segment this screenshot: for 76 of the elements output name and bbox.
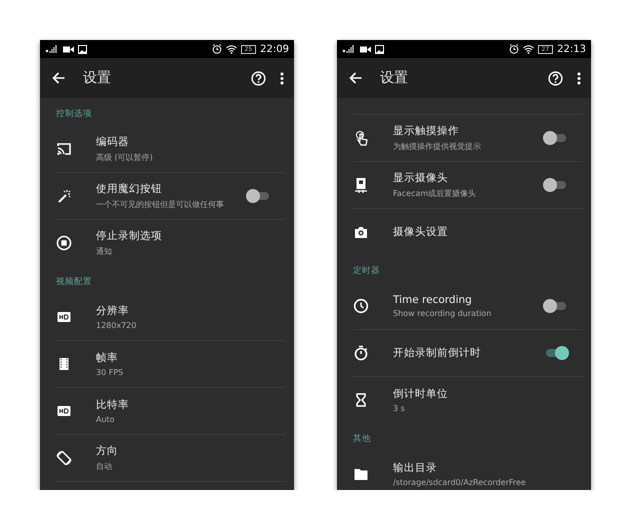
setting-title: 显示摄像头 <box>393 171 449 185</box>
setting-title: 停止录制选项 <box>96 229 163 243</box>
image-icon <box>375 44 384 54</box>
setting-title: 倒计时单位 <box>393 387 449 401</box>
hd-icon <box>56 309 72 325</box>
setting-title: 编码器 <box>96 135 130 149</box>
signal-icon <box>342 45 356 53</box>
setting-row[interactable]: Time recording Show recording duration <box>353 283 583 329</box>
facecam-icon <box>353 177 369 193</box>
setting-summary: /storage/sdcard0/AzRecorderFree <box>393 478 527 487</box>
touch-hand-icon <box>353 130 369 146</box>
setting-title: 方向 <box>96 444 119 458</box>
section-header: 控制选项 <box>55 108 93 121</box>
cast-icon <box>56 141 72 157</box>
setting-row[interactable]: 停止录制选项 通知 <box>56 219 286 266</box>
setting-row[interactable]: 使用魔幻按钮 一个不可见的按钮但是可以做任何事 <box>56 172 286 219</box>
alarm-clock-icon <box>508 44 519 54</box>
setting-title: 使用魔幻按钮 <box>96 182 163 196</box>
wifi-icon <box>226 44 237 54</box>
help-icon[interactable] <box>548 70 563 86</box>
screen-rotation-icon <box>56 450 72 466</box>
camera-icon <box>353 224 369 240</box>
wifi-icon <box>522 44 534 54</box>
setting-row[interactable]: 摄像头设置 <box>353 208 583 255</box>
back-arrow-icon[interactable] <box>349 72 362 84</box>
setting-row[interactable]: 帧率 30 FPS <box>56 340 286 387</box>
setting-row[interactable]: 分辨率 1280x720 <box>56 294 286 340</box>
setting-summary: Show recording duration <box>393 309 492 318</box>
help-icon[interactable] <box>251 70 266 86</box>
section-header: 其他 <box>352 433 372 446</box>
setting-title: 比特率 <box>96 398 130 412</box>
setting-summary: 3 s <box>393 404 406 413</box>
setting-summary: 通知 <box>96 246 113 257</box>
section-header: 定时器 <box>352 264 381 278</box>
setting-summary: Facecam或后置摄像头 <box>393 188 478 199</box>
setting-title: Time recording <box>393 294 473 306</box>
setting-row[interactable]: 方向 自动 <box>56 434 286 481</box>
clock-time: 22:13 <box>557 44 586 54</box>
setting-title: 显示触摸操作 <box>393 124 460 138</box>
setting-title: 帧率 <box>96 351 119 365</box>
setting-row[interactable]: 开始录制前倒计时 <box>353 329 583 376</box>
setting-row[interactable]: 比特率 Auto <box>56 387 286 434</box>
back-arrow-icon[interactable] <box>52 72 65 84</box>
setting-row[interactable]: 编码器 高级 (可以暂停) <box>56 126 286 172</box>
alarm-clock-icon <box>212 44 222 54</box>
page-title: 设置 <box>83 69 112 87</box>
page-title: 设置 <box>380 69 409 87</box>
signal-icon <box>45 45 59 53</box>
setting-row[interactable]: 输出目录 /storage/sdcard0/AzRecorderFree <box>353 451 583 490</box>
hd-icon <box>56 403 72 419</box>
setting-title: 开始录制前倒计时 <box>393 346 482 360</box>
setting-summary: 1280x720 <box>96 321 138 330</box>
more-menu-icon[interactable] <box>577 72 581 84</box>
stopwatch-icon <box>353 345 369 361</box>
setting-summary: 一个不可见的按钮但是可以做任何事 <box>96 199 225 210</box>
clock-icon <box>353 298 369 314</box>
setting-row[interactable]: 显示触摸操作 为触摸操作提供视觉提示 <box>353 115 583 161</box>
more-menu-icon[interactable] <box>280 72 284 84</box>
setting-title: 输出目录 <box>393 461 438 475</box>
setting-row[interactable]: 倒计时单位 3 s <box>353 376 583 423</box>
setting-summary: 30 FPS <box>96 368 124 377</box>
video-camera-icon <box>360 46 371 52</box>
clock-time: 22:09 <box>260 44 289 54</box>
setting-summary: 为触摸操作提供视觉提示 <box>393 141 482 152</box>
section-header: 视频配置 <box>55 276 93 289</box>
setting-summary: 自动 <box>96 461 113 472</box>
video-camera-icon <box>63 46 74 52</box>
stop-circle-icon <box>56 235 72 251</box>
magic-wand-icon <box>56 188 72 204</box>
folder-icon <box>353 466 369 482</box>
setting-title: 分辨率 <box>96 304 130 318</box>
setting-summary: 高级 (可以暂停) <box>96 152 154 163</box>
image-icon <box>78 44 87 54</box>
setting-summary: Auto <box>96 415 116 424</box>
setting-title: 摄像头设置 <box>393 225 449 239</box>
setting-row[interactable]: 显示摄像头 Facecam或后置摄像头 <box>353 161 583 208</box>
